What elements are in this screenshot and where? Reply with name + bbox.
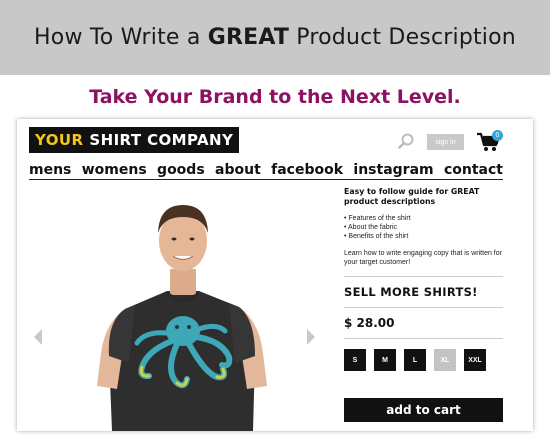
nav-item-goods[interactable]: goods bbox=[157, 161, 205, 179]
feature-list-item: • Features of the shirt bbox=[344, 215, 411, 222]
divider bbox=[344, 338, 503, 339]
chevron-left-icon[interactable] bbox=[33, 328, 43, 346]
size-selector: S M L XL XXL bbox=[344, 349, 503, 371]
nav-item-mens[interactable]: mens bbox=[29, 161, 71, 179]
size-option-m[interactable]: M bbox=[374, 349, 396, 371]
article-title-bar: How To Write a GREAT Product Description bbox=[0, 0, 550, 75]
logo-word-shirt-company: SHIRT COMPANY bbox=[89, 131, 234, 149]
nav-item-instagram[interactable]: instagram bbox=[353, 161, 433, 179]
logo-word-your: YOUR bbox=[35, 131, 84, 149]
product-headline: SELL MORE SHIRTS! bbox=[344, 285, 478, 299]
store-mockup-window: YOUR SHIRT COMPANY sign in 0 mens womens… bbox=[17, 119, 533, 431]
title-suffix: Product Description bbox=[289, 25, 516, 50]
product-photo bbox=[17, 181, 335, 431]
add-to-cart-button[interactable]: add to cart bbox=[344, 398, 503, 422]
article-title: How To Write a GREAT Product Description bbox=[34, 25, 516, 50]
size-option-xxl[interactable]: XXL bbox=[464, 349, 486, 371]
nav-item-facebook[interactable]: facebook bbox=[271, 161, 343, 179]
nav-item-contact[interactable]: contact bbox=[444, 161, 503, 179]
chevron-right-icon[interactable] bbox=[306, 328, 316, 346]
main-nav: mens womens goods about facebook instagr… bbox=[29, 159, 503, 180]
site-logo[interactable]: YOUR SHIRT COMPANY bbox=[29, 127, 240, 153]
title-prefix: How To Write a bbox=[34, 25, 208, 50]
description-title: Easy to follow guide for GREAT product d… bbox=[344, 187, 480, 206]
learn-text: Learn how to write engaging copy that is… bbox=[344, 250, 502, 266]
product-info-panel: Easy to follow guide for GREAT product d… bbox=[344, 181, 503, 371]
cart-count-badge: 0 bbox=[492, 130, 503, 141]
feature-list-item: • Benefits of the shirt bbox=[344, 233, 409, 240]
size-option-s[interactable]: S bbox=[344, 349, 366, 371]
search-icon[interactable] bbox=[398, 133, 414, 149]
divider bbox=[344, 307, 503, 308]
feature-list-item: • About the fabric bbox=[344, 224, 398, 231]
sign-in-button[interactable]: sign in bbox=[427, 134, 464, 150]
product-price: $ 28.00 bbox=[344, 316, 395, 330]
divider bbox=[344, 276, 503, 277]
size-option-xl[interactable]: XL bbox=[434, 349, 456, 371]
title-emphasis: GREAT bbox=[207, 25, 290, 50]
size-option-l[interactable]: L bbox=[404, 349, 426, 371]
article-subtitle: Take Your Brand to the Next Level. bbox=[89, 86, 461, 108]
feature-list: • Features of the shirt • About the fabr… bbox=[344, 214, 503, 241]
nav-item-about[interactable]: about bbox=[215, 161, 261, 179]
nav-item-womens[interactable]: womens bbox=[82, 161, 147, 179]
